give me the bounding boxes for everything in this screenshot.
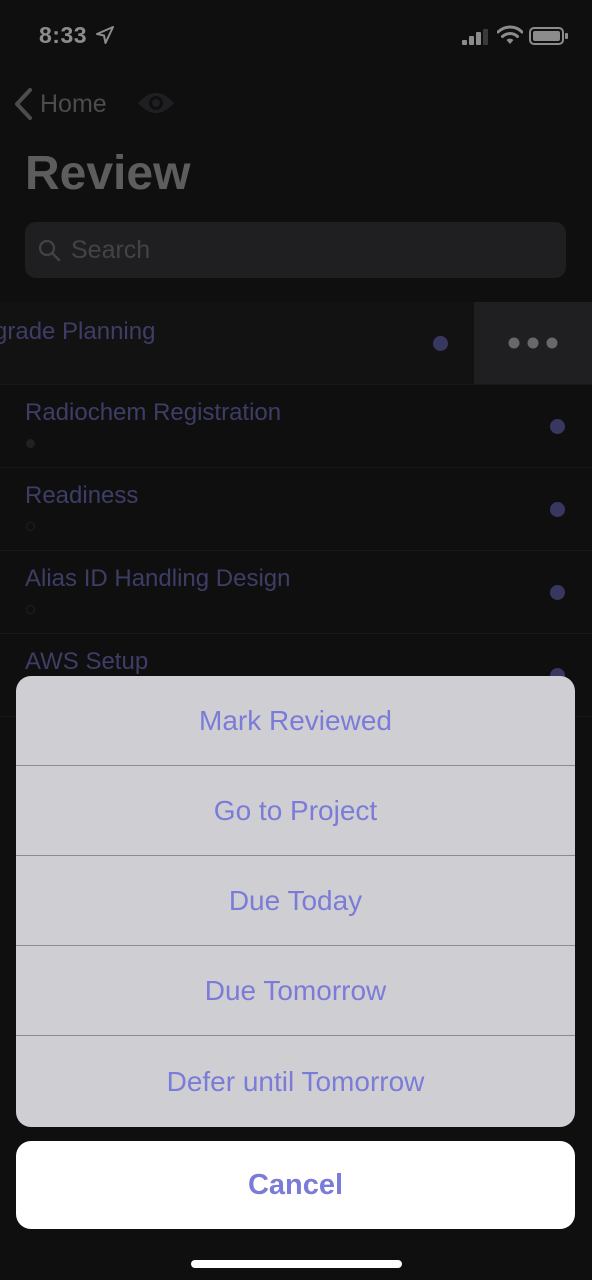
action-sheet: Mark Reviewed Go to Project Due Today Du… <box>16 676 575 1127</box>
due-today-button[interactable]: Due Today <box>16 856 575 946</box>
cancel-button[interactable]: Cancel <box>16 1141 575 1229</box>
due-tomorrow-button[interactable]: Due Tomorrow <box>16 946 575 1036</box>
home-indicator[interactable] <box>191 1260 402 1268</box>
mark-reviewed-button[interactable]: Mark Reviewed <box>16 676 575 766</box>
defer-until-tomorrow-button[interactable]: Defer until Tomorrow <box>16 1036 575 1127</box>
go-to-project-button[interactable]: Go to Project <box>16 766 575 856</box>
review-screen: 8:33 Home Review Search grade Planning R… <box>0 0 592 1280</box>
